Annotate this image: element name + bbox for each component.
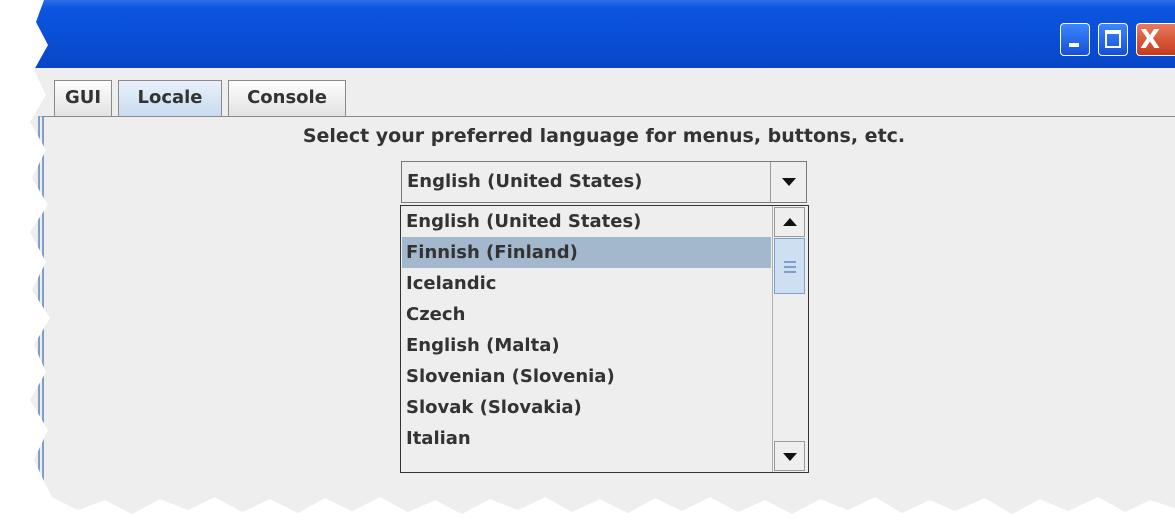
tab-console[interactable]: Console [228,80,346,116]
language-prompt: Select your preferred language for menus… [302,125,906,147]
window-content: GUI Locale Console Select your preferred… [30,68,1175,514]
list-item-finnish[interactable]: Finnish (Finland) [402,237,771,268]
language-combo[interactable]: English (United States) [401,161,807,203]
grip-line [784,271,796,273]
list-item-slovenian[interactable]: Slovenian (Slovenia) [402,361,771,392]
list-item-english-us[interactable]: English (United States) [402,206,771,237]
close-icon: X [1140,25,1161,55]
tab-gui[interactable]: GUI [54,80,112,116]
language-combo-value: English (United States) [407,171,643,192]
scroll-up-icon[interactable] [774,207,805,237]
title-bar[interactable]: X [30,0,1175,68]
list-item-slovak[interactable]: Slovak (Slovakia) [402,392,771,423]
list-item-czech[interactable]: Czech [402,299,771,330]
minimize-icon [1069,43,1079,47]
chevron-down-icon[interactable] [770,162,806,202]
language-dropdown-list[interactable]: English (United States) Finnish (Finland… [400,205,809,473]
scroll-down-icon[interactable] [774,441,805,471]
vertical-scrollbar[interactable] [772,206,807,472]
close-button[interactable]: X [1136,23,1175,56]
grip-line [784,266,796,268]
list-item-italian[interactable]: Italian [402,423,771,454]
tab-locale[interactable]: Locale [118,80,222,116]
list-item-english-malta[interactable]: English (Malta) [402,330,771,361]
maximize-button[interactable] [1098,23,1128,56]
scroll-thumb[interactable] [774,238,805,294]
app-window: X GUI Locale Console Select your preferr… [30,0,1175,514]
minimize-button[interactable] [1060,23,1090,56]
grip-line [784,261,796,263]
maximize-icon [1105,30,1121,48]
list-item-icelandic[interactable]: Icelandic [402,268,771,299]
